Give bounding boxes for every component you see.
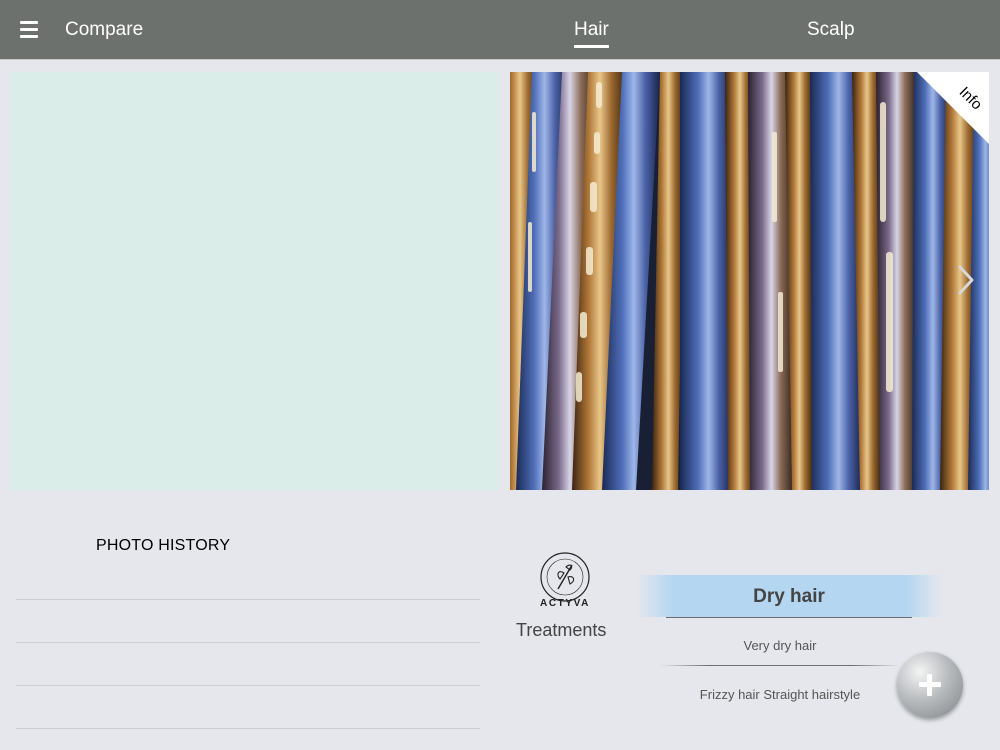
- empty-photo-slot[interactable]: [10, 72, 499, 490]
- history-row-divider: [16, 728, 480, 729]
- chevron-right-icon[interactable]: [957, 264, 975, 296]
- tab-scalp-label: Scalp: [807, 19, 855, 40]
- treatments-label[interactable]: Treatments: [516, 620, 606, 641]
- selected-divider: [666, 617, 912, 618]
- history-row-divider: [16, 685, 480, 686]
- history-row-divider: [16, 642, 480, 643]
- diagnosis-selected[interactable]: Dry hair: [636, 575, 942, 618]
- compare-button[interactable]: Compare: [65, 19, 143, 41]
- brand-name: ACTYVA: [540, 598, 590, 609]
- top-bar: Compare Hair Scalp: [0, 0, 1000, 60]
- tab-scalp[interactable]: Scalp: [807, 19, 855, 41]
- tab-hair-label: Hair: [574, 19, 609, 40]
- plus-icon: [927, 674, 932, 696]
- tab-hair[interactable]: Hair: [574, 19, 609, 48]
- diagnosis-item[interactable]: Very dry hair: [660, 638, 900, 653]
- diagnosis-selected-label: Dry hair: [753, 586, 825, 607]
- diagnosis-divider: [660, 665, 900, 666]
- tab-active-underline: [574, 45, 609, 48]
- photo-history-title: PHOTO HISTORY: [96, 537, 231, 554]
- add-button[interactable]: [897, 652, 963, 718]
- menu-icon[interactable]: [20, 21, 38, 39]
- hair-photo: Info: [510, 72, 989, 490]
- diagnosis-item[interactable]: Frizzy hair Straight hairstyle: [660, 687, 900, 702]
- history-row-divider: [16, 599, 480, 600]
